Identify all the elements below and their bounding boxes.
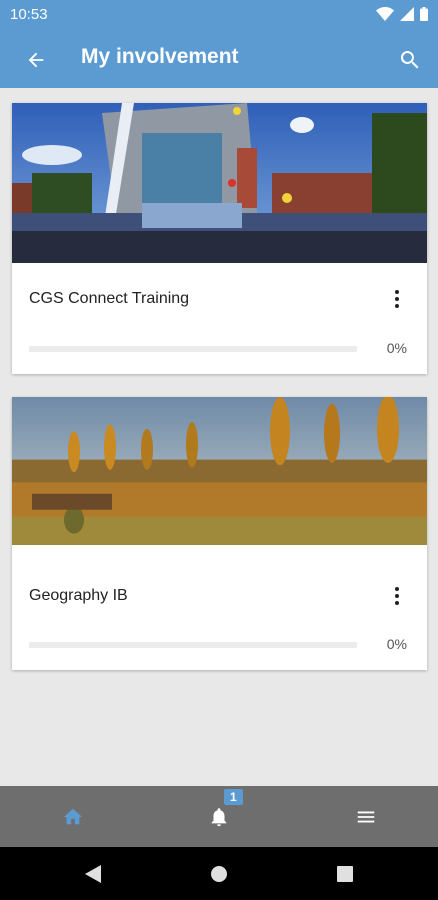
course-card[interactable]: CGS Connect Training 0% — [12, 103, 427, 374]
progress-percent: 0% — [386, 340, 407, 356]
battery-icon — [420, 7, 428, 21]
progress-bar — [29, 642, 357, 648]
arrow-back-icon — [28, 52, 44, 68]
more-options-button[interactable] — [385, 581, 409, 611]
more-vert-icon-dot — [395, 297, 399, 301]
search-button[interactable] — [394, 44, 426, 76]
more-vert-icon — [395, 290, 399, 294]
more-options-button[interactable] — [385, 284, 409, 314]
nav-notifications-button[interactable]: 1 — [189, 786, 249, 847]
course-image-vineyard — [12, 397, 427, 545]
status-bar: 10:53 — [0, 0, 438, 30]
page-title: My involvement — [81, 45, 239, 68]
progress-percent: 0% — [386, 636, 407, 652]
notification-badge: 1 — [224, 789, 243, 805]
triangle-back-icon — [85, 865, 101, 883]
course-title: CGS Connect Training — [29, 290, 190, 307]
more-vert-icon-dot — [395, 594, 399, 598]
circle-home-icon — [211, 866, 227, 882]
more-vert-icon-dot — [395, 304, 399, 308]
bottom-navigation: 1 — [0, 786, 438, 847]
nav-menu-button[interactable] — [336, 786, 396, 847]
signal-icon — [400, 7, 414, 21]
app-bar: My involvement — [0, 30, 438, 88]
status-time: 10:53 — [10, 6, 48, 23]
wifi-icon — [376, 7, 394, 21]
more-vert-icon-dot — [395, 601, 399, 605]
bell-icon — [211, 807, 227, 826]
system-navigation-bar — [0, 847, 438, 900]
menu-icon — [357, 811, 375, 822]
search-icon — [400, 51, 419, 69]
status-icons — [376, 7, 428, 21]
course-title: Geography IB — [29, 587, 128, 604]
system-back-button[interactable] — [80, 861, 106, 887]
progress-bar — [29, 346, 357, 352]
back-button[interactable] — [20, 44, 52, 76]
nav-home-button[interactable] — [43, 786, 103, 847]
course-card[interactable]: Geography IB 0% — [12, 397, 427, 670]
more-vert-icon — [395, 587, 399, 591]
home-icon — [63, 808, 83, 824]
system-recents-button[interactable] — [332, 861, 358, 887]
system-home-button[interactable] — [206, 861, 232, 887]
course-image-school-building — [12, 103, 427, 263]
square-recents-icon — [337, 866, 353, 882]
